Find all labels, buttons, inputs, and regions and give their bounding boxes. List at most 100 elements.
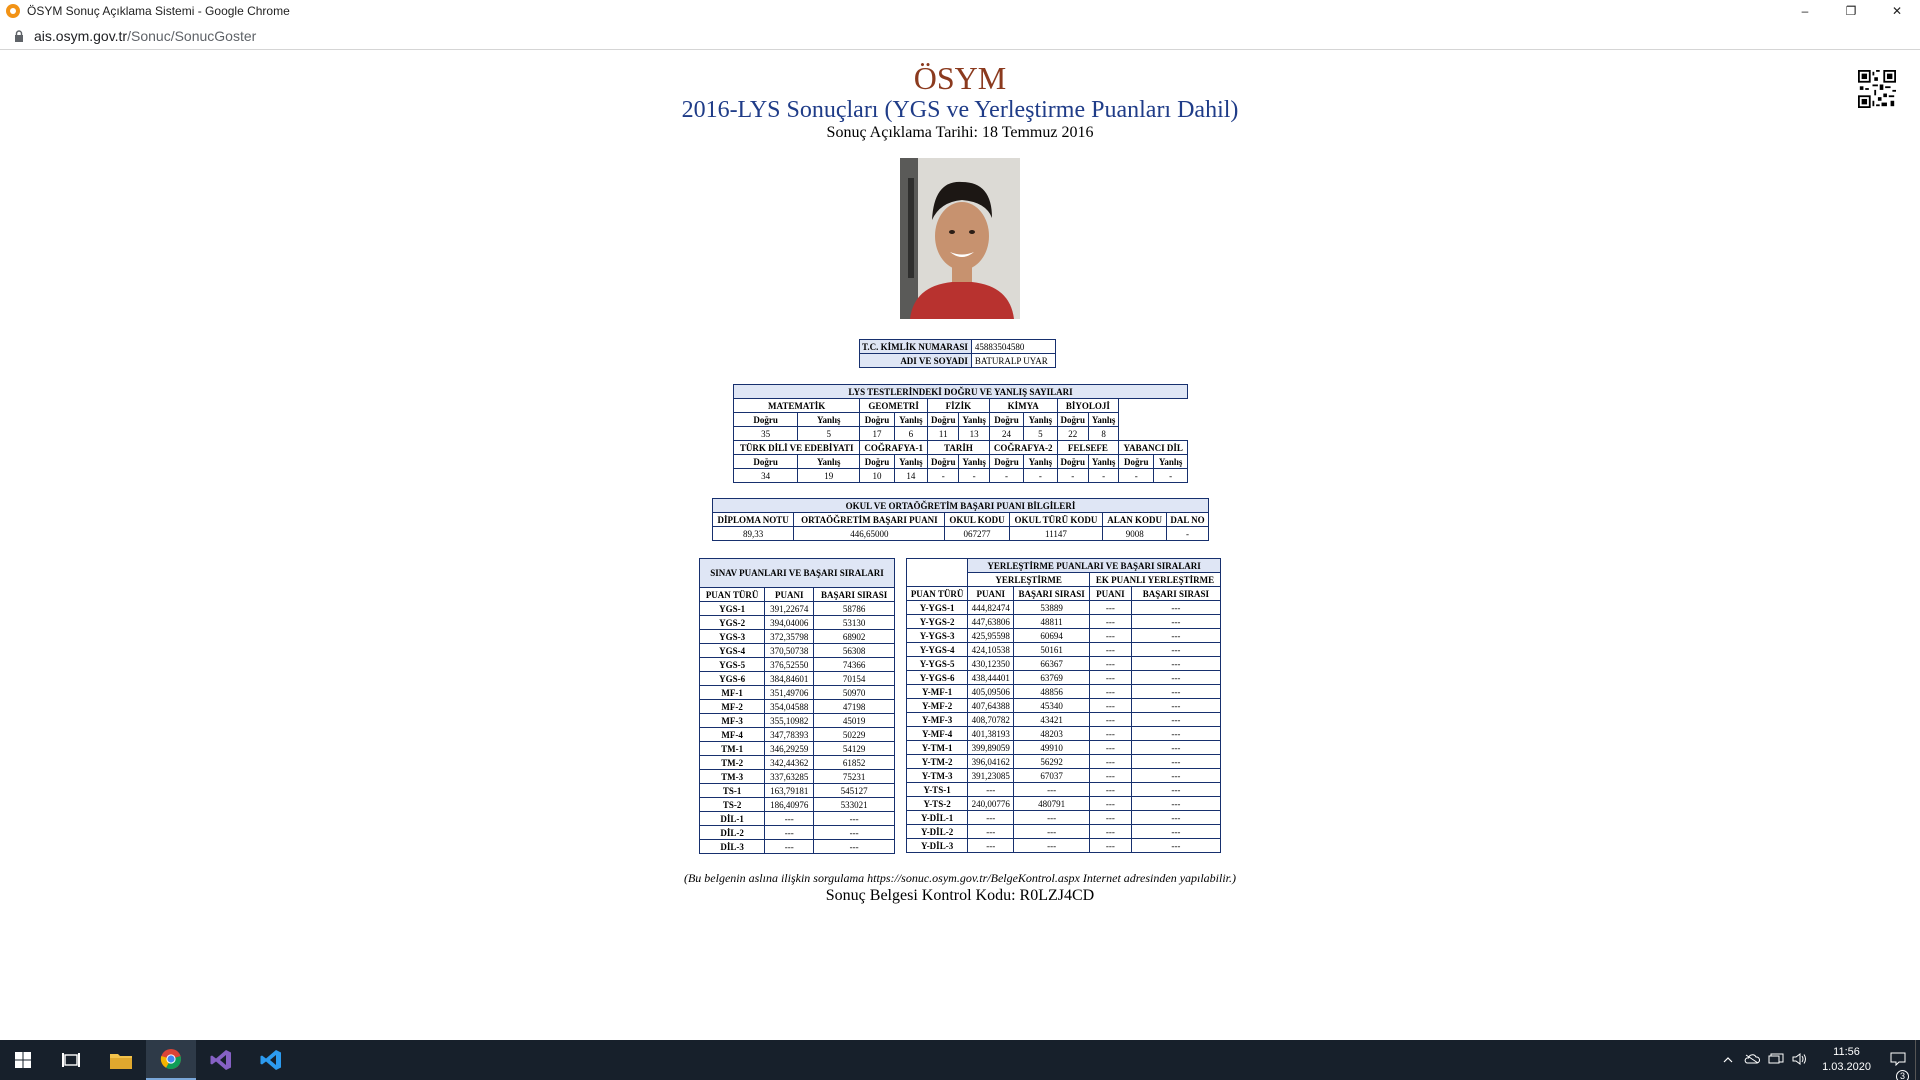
url-path[interactable]: /Sonuc/SonucGoster [127, 28, 256, 44]
puan-turu-cell: YGS-1 [698, 601, 766, 616]
sira-cell: 63769 [1013, 670, 1090, 685]
yanlis-label: Yanlış [958, 412, 990, 427]
puan-turu-cell: DİL-2 [698, 825, 766, 840]
lys-value: 19 [797, 468, 861, 483]
lys-value: - [1087, 468, 1120, 483]
notification-icon[interactable]: 3 [1881, 1052, 1915, 1080]
task-view-icon[interactable] [46, 1040, 96, 1080]
dogru-label: Doğru [732, 454, 799, 469]
lock-icon[interactable] [12, 29, 26, 43]
sira-cell: 70154 [813, 671, 895, 686]
puan-cell: 391,22674 [764, 601, 815, 616]
table-row: TM-2 342,44362 61852 [698, 755, 895, 770]
candidate-photo [900, 158, 1020, 319]
okul-value: 89,33 [711, 526, 795, 541]
puan-turu-cell: Y-MF-2 [905, 698, 969, 713]
sira-cell: 53889 [1013, 600, 1090, 615]
sinav-header: PUANI [764, 587, 815, 602]
table-row: Y-TS-2 240,00776 480791 --- --- [905, 796, 1222, 811]
table-row: TM-3 337,63285 75231 [698, 769, 895, 784]
yanlis-label: Yanlış [1087, 412, 1120, 427]
sira-cell: 50161 [1013, 642, 1090, 657]
table-row: Y-YGS-3 425,95598 60694 --- --- [905, 628, 1222, 643]
sira-cell: 533021 [813, 797, 895, 812]
puan-turu-cell: Y-DİL-2 [905, 824, 969, 839]
puan-cell: 370,50738 [764, 643, 815, 658]
table-row: Y-TM-2 396,04162 56292 --- --- [905, 754, 1222, 769]
sira-cell: 48203 [1013, 726, 1090, 741]
lys-subject: COĞRAFYA-1 [859, 440, 929, 455]
puan-cell: 399,89059 [967, 740, 1015, 755]
clock-date: 1.03.2020 [1822, 1061, 1871, 1073]
dogru-label: Doğru [988, 454, 1025, 469]
sira-cell: --- [1013, 838, 1090, 853]
address-bar[interactable]: ais.osym.gov.tr /Sonuc/SonucGoster [0, 22, 1920, 50]
sira-cell: 53130 [813, 615, 895, 630]
url-domain[interactable]: ais.osym.gov.tr [34, 28, 127, 44]
page-content: ÖSYM 2016-LYS Sonuçları (YGS ve Yerleşti… [0, 51, 1920, 1040]
ek-sira-cell: --- [1130, 712, 1222, 727]
table-row: Y-DİL-3 --- --- --- --- [905, 838, 1222, 853]
onedrive-icon[interactable] [1740, 1053, 1764, 1067]
result-date: Sonuç Açıklama Tarihi: 18 Temmuz 2016 [826, 124, 1094, 141]
lys-value: - [1118, 468, 1155, 483]
volume-icon[interactable] [1788, 1052, 1812, 1068]
taskbar-clock[interactable]: 11:56 1.03.2020 [1822, 1045, 1871, 1075]
windows-taskbar: 11:56 1.03.2020 3 [0, 1040, 1920, 1080]
yer-header: PUANI [967, 586, 1015, 601]
chevron-up-icon[interactable] [1716, 1054, 1740, 1066]
ek-puan-cell: --- [1089, 740, 1132, 755]
yanlis-label: Yanlış [893, 454, 929, 469]
sinav-rows: YGS-1 391,22674 58786 YGS-2 394,04006 53130 YG… [698, 601, 895, 854]
maximize-button[interactable]: ❐ [1828, 0, 1874, 22]
lys-value: - [988, 468, 1025, 483]
sinav-title: SINAV PUANLARI VE BAŞARI SIRALARI [699, 558, 895, 588]
table-row: Y-YGS-6 438,44401 63769 --- --- [905, 670, 1222, 685]
window-controls: – ❐ ✕ [1782, 0, 1920, 22]
table-row: Y-TS-1 --- --- --- --- [905, 782, 1222, 797]
puan-turu-cell: TM-2 [698, 755, 766, 770]
sira-cell: 48811 [1013, 614, 1090, 629]
okul-header: OKUL TÜRÜ KODU [1008, 512, 1104, 527]
dogru-label: Doğru [927, 412, 960, 427]
puan-turu-cell: Y-YGS-2 [905, 614, 969, 629]
puan-turu-cell: Y-MF-1 [905, 684, 969, 699]
ek-puan-cell: --- [1089, 796, 1132, 811]
ek-sira-cell: --- [1130, 628, 1222, 643]
control-code: Sonuç Belgesi Kontrol Kodu: R0LZJ4CD [825, 887, 1095, 904]
visual-studio-icon[interactable] [196, 1040, 246, 1080]
close-button[interactable]: ✕ [1874, 0, 1920, 22]
sira-cell: 480791 [1013, 796, 1090, 811]
identity-table: T.C. KİMLİK NUMARASI 45883504580 ADI VE … [859, 339, 1056, 368]
window-titlebar: ÖSYM Sonuç Açıklama Sistemi - Google Chr… [0, 0, 1920, 22]
dogru-label: Doğru [859, 412, 895, 427]
ek-puan-cell: --- [1089, 642, 1132, 657]
lys-value: 11 [927, 426, 960, 441]
table-row: TS-1 163,79181 545127 [698, 783, 895, 798]
puan-turu-cell: MF-4 [698, 727, 766, 742]
okul-value: 446,65000 [793, 526, 946, 541]
chrome-icon[interactable] [146, 1040, 196, 1080]
sira-cell: 43421 [1013, 712, 1090, 727]
yerlestirme-title: YERLEŞTİRME PUANLARI VE BAŞARI SIRALARI [967, 558, 1221, 573]
start-button[interactable] [0, 1040, 46, 1080]
minimize-button[interactable]: – [1782, 0, 1828, 22]
table-row: Y-DİL-2 --- --- --- --- [905, 824, 1222, 839]
puan-turu-cell: DİL-3 [698, 839, 766, 854]
ek-puan-cell: --- [1089, 670, 1132, 685]
ek-puan-cell: --- [1089, 712, 1132, 727]
ek-sira-cell: --- [1130, 740, 1222, 755]
vscode-icon[interactable] [246, 1040, 296, 1080]
lys-value: - [1023, 468, 1058, 483]
network-icon[interactable] [1764, 1053, 1788, 1068]
okul-value: 11147 [1008, 526, 1104, 541]
table-row: MF-2 354,04588 47198 [698, 699, 895, 714]
ek-sira-cell: --- [1130, 810, 1222, 825]
puan-turu-cell: DİL-1 [698, 811, 766, 826]
ek-puan-cell: --- [1089, 810, 1132, 825]
ek-puan-cell: --- [1089, 698, 1132, 713]
file-explorer-icon[interactable] [96, 1040, 146, 1080]
notification-count: 3 [1896, 1069, 1909, 1080]
yanlis-label: Yanlış [958, 454, 990, 469]
name-value: BATURALP UYAR [970, 353, 1056, 368]
